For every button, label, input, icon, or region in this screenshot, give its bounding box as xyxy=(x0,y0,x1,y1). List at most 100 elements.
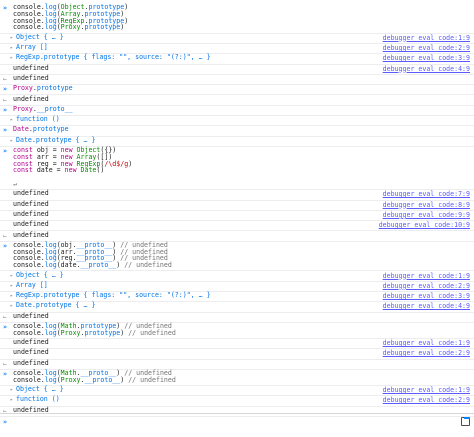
entry-text: Proxy.__proto__ xyxy=(13,104,73,113)
source-link[interactable]: debugger eval code:1:9 xyxy=(383,386,470,394)
source-link[interactable]: debugger eval code:1:9 xyxy=(383,272,470,280)
entry-text: ▸ RegExp.prototype { flags: "", source: "… xyxy=(10,291,211,300)
console-object-entry[interactable]: ▸ RegExp.prototype { flags: "", source: "… xyxy=(0,53,474,65)
source-link[interactable]: debugger eval code:7:9 xyxy=(383,190,470,198)
console-log-entry: undefined debugger eval code:2:9 xyxy=(0,348,474,360)
split-editor-icon[interactable] xyxy=(461,417,470,426)
source-link[interactable]: debugger eval code:9:9 xyxy=(383,211,470,219)
code-line: Proxy.__proto__ xyxy=(13,104,73,113)
input-prompt-icon: » xyxy=(3,418,7,426)
entry-text: ▸ RegExp.prototype { flags: "", source: "… xyxy=(10,53,211,62)
entry-text: undefined xyxy=(13,338,49,347)
console-log-entry: undefined debugger eval code:8:9 xyxy=(0,199,474,211)
console-input-entry: » console.log(Object.prototype) console.lo… xyxy=(0,4,474,34)
entry-text: undefined xyxy=(13,73,49,82)
result-arrow-icon: ← xyxy=(3,95,7,104)
result-arrow-icon: ← xyxy=(3,231,7,240)
expand-twisty-icon[interactable]: ▸ xyxy=(10,303,13,309)
entry-text: undefined xyxy=(13,311,49,320)
entry-text: ▸ Array [] xyxy=(10,43,48,51)
input-chevron-icon: » xyxy=(3,4,7,12)
expand-twisty-icon[interactable]: ▸ xyxy=(10,45,13,51)
entry-text: ▸ Object { … } xyxy=(10,270,64,279)
result-arrow-icon: ← xyxy=(3,312,7,321)
console-object-entry[interactable]: ▸ Object { … } debugger eval code:1:9 xyxy=(0,270,474,282)
entry-text: undefined xyxy=(13,358,49,367)
entry-text: undefined xyxy=(13,63,49,72)
source-link[interactable]: debugger eval code:2:9 xyxy=(383,44,470,52)
entry-text: undefined xyxy=(13,94,49,103)
input-chevron-icon: » xyxy=(3,105,7,114)
code-line: console.log(Proxy.__proto__) // undefine… xyxy=(13,375,176,384)
console-object-entry[interactable]: ▸ Object { … } debugger eval code:1:9 xyxy=(0,385,474,397)
code-line: Date.prototype xyxy=(13,125,69,134)
code-line: console.log(Proxy.prototype) // undefine… xyxy=(13,328,176,337)
console-input-entry: » Proxy.__proto__ xyxy=(0,104,474,117)
entry-text: ▸ function () xyxy=(10,395,60,404)
console-input-bar[interactable]: » xyxy=(0,413,474,437)
input-chevron-icon: » xyxy=(3,370,7,378)
entry-text: undefined xyxy=(13,348,49,357)
entry-text: console.log(obj.__proto__) // undefined c… xyxy=(13,241,172,270)
entry-text: ▸ Array [] xyxy=(10,280,48,289)
input-chevron-icon: » xyxy=(3,241,7,250)
code-line: console.log(date.__proto__) // undefined xyxy=(13,261,172,270)
entry-text: const obj = new Object({}) const arr = ne… xyxy=(13,147,132,188)
code-line: Proxy.prototype xyxy=(13,84,73,93)
entry-text: undefined xyxy=(13,199,49,208)
console-object-entry[interactable]: ▸ function () xyxy=(0,115,474,127)
console-input-entry: » console.log(obj.__proto__) // undefined… xyxy=(0,241,474,272)
code-line: ↵ xyxy=(13,179,17,188)
code-line: const date = new Date() xyxy=(13,166,105,175)
entry-text: undefined xyxy=(13,189,49,198)
source-link[interactable]: debugger eval code:3:9 xyxy=(383,54,470,62)
input-chevron-icon: » xyxy=(3,85,7,94)
source-link[interactable]: debugger eval code:8:9 xyxy=(383,201,470,209)
entry-text: ▸ Object { … } xyxy=(10,32,64,41)
expand-twisty-icon[interactable]: ▸ xyxy=(10,138,13,144)
entry-text: undefined xyxy=(13,230,49,239)
expand-twisty-icon[interactable]: ▸ xyxy=(10,283,13,289)
entry-text: Date.prototype xyxy=(13,126,69,133)
entry-text: ▸ Date.prototype { … } xyxy=(10,135,96,144)
source-link[interactable]: debugger eval code:3:9 xyxy=(383,292,470,300)
source-link[interactable]: debugger eval code:4:9 xyxy=(383,65,470,73)
entry-text: ▸ Date.prototype { … } xyxy=(10,301,96,310)
source-link[interactable]: debugger eval code:4:9 xyxy=(383,302,470,310)
entry-text: ▸ function () xyxy=(10,115,60,124)
entry-text: console.log(Math.prototype) // undefined… xyxy=(13,323,176,337)
entry-text: console.log(Math.__proto__) // undefined… xyxy=(13,370,176,384)
console-object-entry[interactable]: ▸ Date.prototype { … } debugger eval code:… xyxy=(0,301,474,313)
source-link[interactable]: debugger eval code:1:9 xyxy=(383,339,470,347)
input-chevron-icon: » xyxy=(3,147,7,155)
expand-twisty-icon[interactable]: ▸ xyxy=(10,397,13,403)
source-link[interactable]: debugger eval code:1:9 xyxy=(383,34,470,42)
console-log-entry: undefined debugger eval code:4:9 xyxy=(0,63,474,75)
expand-twisty-icon[interactable]: ▸ xyxy=(10,293,13,299)
console-input-entry: » Proxy.prototype xyxy=(0,84,474,96)
console-log-entry: undefined debugger eval code:7:9 xyxy=(0,189,474,201)
expand-twisty-icon[interactable]: ▸ xyxy=(10,387,13,393)
source-link[interactable]: debugger eval code:10:9 xyxy=(379,221,470,229)
source-link[interactable]: debugger eval code:2:9 xyxy=(383,349,470,357)
console-object-entry[interactable]: ▸ function () debugger eval code:2:9 xyxy=(0,395,474,407)
console-input-entry: » const obj = new Object({}) const arr = n… xyxy=(0,147,474,191)
console-input-entry: » console.log(Math.__proto__) // undefine… xyxy=(0,370,474,387)
expand-twisty-icon[interactable]: ▸ xyxy=(10,55,13,61)
expand-twisty-icon[interactable]: ▸ xyxy=(10,117,13,123)
code-line: console.log(Proxy.prototype) xyxy=(13,23,125,32)
console-object-entry[interactable]: ▸ Object { … } debugger eval code:1:9 xyxy=(0,32,474,44)
entry-text: ▸ Object { … } xyxy=(10,385,64,394)
source-link[interactable]: debugger eval code:2:9 xyxy=(383,396,470,404)
console-output: » console.log(Object.prototype) console.lo… xyxy=(0,0,474,436)
result-arrow-icon: ← xyxy=(3,359,7,368)
expand-twisty-icon[interactable]: ▸ xyxy=(10,273,13,279)
console-log-entry: undefined debugger eval code:1:9 xyxy=(0,338,474,350)
input-chevron-icon: » xyxy=(3,126,7,135)
console-log-entry: undefined debugger eval code:9:9 xyxy=(0,211,474,222)
expand-twisty-icon[interactable]: ▸ xyxy=(10,35,13,41)
source-link[interactable]: debugger eval code:2:9 xyxy=(383,282,470,290)
result-arrow-icon: ← xyxy=(3,74,7,83)
input-chevron-icon: » xyxy=(3,323,7,331)
